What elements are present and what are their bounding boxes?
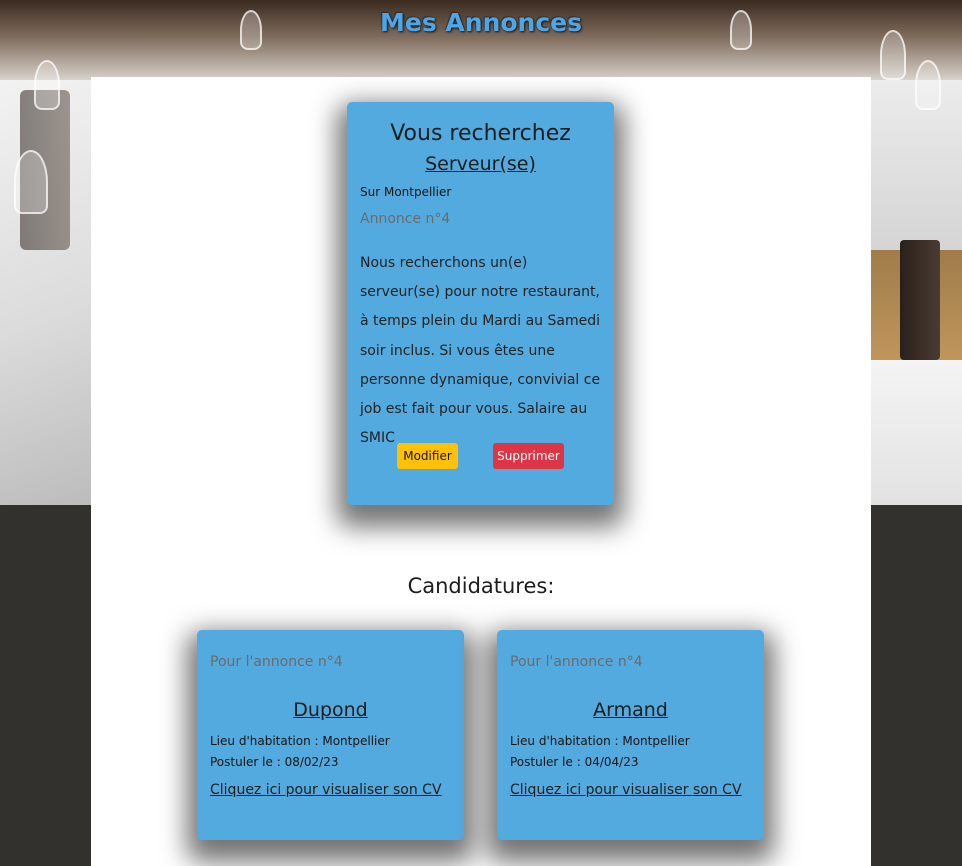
page-title: Mes Annonces	[380, 8, 582, 37]
application-card: Pour l'annonce n°4 Armand Lieu d'habitat…	[497, 630, 764, 840]
offer-heading: Vous recherchez	[390, 121, 571, 146]
offer-actions: Modifier Supprimer	[347, 443, 614, 469]
edit-offer-button[interactable]: Modifier	[397, 443, 458, 469]
view-cv-link[interactable]: Cliquez ici pour visualiser son CV	[210, 779, 451, 801]
applications-section-title: Candidatures:	[407, 574, 555, 598]
background-glass	[34, 60, 60, 110]
applicant-name-link[interactable]: Armand	[510, 696, 751, 724]
main-content-panel: Vous recherchez Serveur(se) Sur Montpell…	[91, 77, 871, 866]
offer-number: Annonce n°4	[360, 211, 451, 227]
offer-location: Sur Montpellier	[360, 185, 452, 199]
view-cv-link[interactable]: Cliquez ici pour visualiser son CV	[510, 779, 751, 801]
application-card: Pour l'annonce n°4 Dupond Lieu d'habitat…	[197, 630, 464, 840]
application-offer-reference: Pour l'annonce n°4	[210, 654, 343, 670]
application-date: Postuler le : 08/02/23	[210, 755, 339, 769]
application-offer-reference: Pour l'annonce n°4	[510, 654, 643, 670]
applicant-name-link[interactable]: Dupond	[210, 696, 451, 724]
job-offer-card: Vous recherchez Serveur(se) Sur Montpell…	[347, 102, 614, 505]
offer-description: Nous recherchons un(e) serveur(se) pour …	[360, 255, 601, 447]
applicant-residence: Lieu d'habitation : Montpellier	[510, 734, 690, 748]
background-glass	[14, 150, 48, 214]
offer-job-title-link[interactable]: Serveur(se)	[360, 150, 601, 178]
application-date: Postuler le : 04/04/23	[510, 755, 639, 769]
background-chair-right	[900, 240, 940, 360]
delete-offer-button[interactable]: Supprimer	[493, 443, 564, 469]
background-glass	[915, 60, 941, 110]
applicant-residence: Lieu d'habitation : Montpellier	[210, 734, 390, 748]
background-tablecloth-bottom	[870, 360, 962, 505]
